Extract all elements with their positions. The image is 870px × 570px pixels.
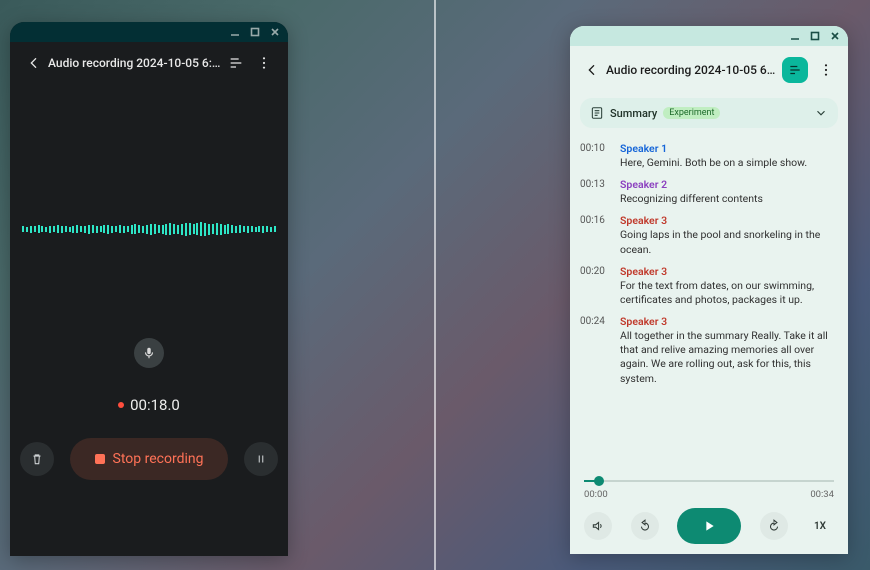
rewind-button[interactable] (631, 512, 659, 540)
back-button[interactable] (578, 56, 606, 84)
maximize-icon[interactable] (250, 27, 260, 37)
delete-button[interactable] (20, 442, 54, 476)
stop-recording-button[interactable]: Stop recording (70, 438, 228, 480)
close-icon[interactable] (270, 27, 280, 37)
timer-value: 00:18.0 (130, 396, 180, 414)
transcript-text: For the text from dates, on our swimming… (620, 279, 838, 307)
recorder-header: Audio recording 2024-10-05 6:08:34 PM (10, 42, 288, 84)
recording-timer: 00:18.0 (10, 396, 288, 414)
maximize-icon[interactable] (810, 31, 820, 41)
playback-window: Audio recording 2024-10-05 6:08:3… Summa… (570, 26, 848, 554)
transcript-toggle-button[interactable] (222, 49, 250, 77)
mic-indicator (134, 338, 164, 368)
transcript-line[interactable]: 00:16 Speaker 3Going laps in the pool and… (580, 214, 838, 256)
forward-button[interactable] (760, 512, 788, 540)
transcript-speaker: Speaker 3 (620, 265, 838, 278)
playback-bar: 00:00 00:34 1X (570, 467, 848, 554)
recording-title: Audio recording 2024-10-05 6:08:34 PM (48, 56, 222, 70)
transcript-speaker: Speaker 2 (620, 178, 838, 191)
transcript-timestamp: 00:16 (580, 214, 610, 256)
transcript-text: Going laps in the pool and snorkeling in… (620, 228, 838, 256)
chevron-down-icon (814, 106, 828, 120)
recorder-window: Audio recording 2024-10-05 6:08:34 PM 00… (10, 22, 288, 556)
recording-title: Audio recording 2024-10-05 6:08:3… (606, 63, 778, 77)
summary-card[interactable]: Summary Experiment (580, 98, 838, 128)
stop-label: Stop recording (113, 451, 204, 467)
experiment-chip: Experiment (663, 107, 720, 119)
volume-button[interactable] (584, 512, 612, 540)
transcript-line[interactable]: 00:24 Speaker 3All together in the summar… (580, 315, 838, 386)
seek-track[interactable] (584, 475, 834, 487)
transcript-speaker: Speaker 1 (620, 142, 838, 155)
transcript-text: Here, Gemini. Both be on a simple show. (620, 156, 838, 170)
transcript-list: 00:10 Speaker 1Here, Gemini. Both be on a… (580, 134, 838, 394)
speed-button[interactable]: 1X (806, 521, 834, 532)
transcript-timestamp: 00:10 (580, 142, 610, 170)
close-icon[interactable] (830, 31, 840, 41)
window-titlebar (10, 22, 288, 42)
waveform (10, 222, 288, 236)
transcript-speaker: Speaker 3 (620, 214, 838, 227)
summary-label: Summary (610, 107, 657, 120)
transcript-line[interactable]: 00:10 Speaker 1Here, Gemini. Both be on a… (580, 142, 838, 170)
recording-dot-icon (118, 402, 124, 408)
time-total: 00:34 (810, 489, 834, 500)
transcript-timestamp: 00:13 (580, 178, 610, 206)
more-button[interactable] (812, 56, 840, 84)
transcript-line[interactable]: 00:20 Speaker 3For the text from dates, o… (580, 265, 838, 307)
transcript-text: All together in the summary Really. Take… (620, 329, 838, 386)
time-elapsed: 00:00 (584, 489, 608, 500)
more-button[interactable] (250, 49, 278, 77)
seek-knob[interactable] (594, 476, 604, 486)
waveform-area (10, 84, 288, 374)
summary-icon (590, 106, 604, 120)
pause-button[interactable] (244, 442, 278, 476)
playback-header: Audio recording 2024-10-05 6:08:3… (570, 46, 848, 94)
minimize-icon[interactable] (790, 31, 800, 41)
play-button[interactable] (677, 508, 741, 544)
stop-icon (95, 454, 105, 464)
back-button[interactable] (20, 49, 48, 77)
transcript-line[interactable]: 00:13 Speaker 2Recognizing different cont… (580, 178, 838, 206)
recorder-controls: Stop recording (10, 438, 288, 480)
transcript-toggle-button[interactable] (782, 57, 808, 83)
layout-divider (434, 0, 436, 570)
transcript-text: Recognizing different contents (620, 192, 838, 206)
transcript-speaker: Speaker 3 (620, 315, 838, 328)
transcript-timestamp: 00:20 (580, 265, 610, 307)
transcript-timestamp: 00:24 (580, 315, 610, 386)
window-titlebar (570, 26, 848, 46)
minimize-icon[interactable] (230, 27, 240, 37)
